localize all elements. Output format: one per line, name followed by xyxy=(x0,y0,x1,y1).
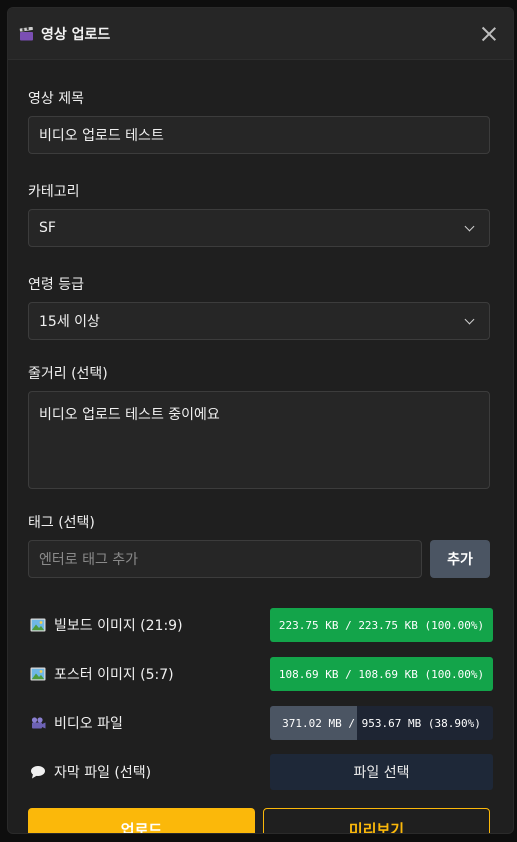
poster-progress: 108.69 KB / 108.69 KB (100.00%) xyxy=(270,657,493,691)
file-select-button[interactable]: 파일 선택 xyxy=(270,754,493,790)
camera-icon xyxy=(31,717,46,729)
progress-text: 108.69 KB / 108.69 KB (100.00%) xyxy=(278,667,485,681)
preview-button[interactable]: 미리보기 xyxy=(263,808,490,833)
synopsis-textarea[interactable]: 비디오 업로드 테스트 중이에요 xyxy=(28,391,490,489)
upload-button[interactable]: 업로드 xyxy=(28,808,255,833)
chevron-down-icon xyxy=(464,314,475,324)
rating-select[interactable]: 15세 이상 xyxy=(28,302,490,340)
rating-label: 연령 등급 xyxy=(28,277,84,293)
title-label: 영상 제목 xyxy=(28,91,84,107)
video-label: 비디오 파일 xyxy=(54,716,123,732)
chevron-down-icon xyxy=(464,221,475,231)
subtitle-label: 자막 파일 (선택) xyxy=(54,765,152,781)
synopsis-label: 줄거리 (선택) xyxy=(28,366,108,382)
tag-row: 엔터로 태그 추가 추가 xyxy=(28,540,493,578)
close-icon[interactable] xyxy=(479,24,499,44)
category-value: SF xyxy=(39,220,56,236)
progress-text: 223.75 KB / 223.75 KB (100.00%) xyxy=(278,618,485,632)
modal-header: 영상 업로드 xyxy=(8,8,513,60)
category-label: 카테고리 xyxy=(28,184,80,200)
video-progress: 371.02 MB / 953.67 MB (38.90%) xyxy=(270,706,493,740)
tags-label: 태그 (선택) xyxy=(28,515,95,531)
video-file-row: 비디오 파일 371.02 MB / 953.67 MB (38.90%) xyxy=(28,705,493,741)
title-input[interactable]: 비디오 업로드 테스트 xyxy=(28,116,490,154)
add-tag-button[interactable]: 추가 xyxy=(430,540,490,578)
category-select[interactable]: SF xyxy=(28,209,490,247)
billboard-label: 빌보드 이미지 (21:9) xyxy=(54,618,183,634)
modal-title: 영상 업로드 xyxy=(41,26,111,43)
tag-input[interactable]: 엔터로 태그 추가 xyxy=(28,540,422,578)
subtitle-file-row: 자막 파일 (선택) 파일 선택 xyxy=(28,754,493,790)
upload-modal: 영상 업로드 영상 제목 비디오 업로드 테스트 카테고리 SF 연령 등급 1… xyxy=(7,7,514,834)
billboard-progress: 223.75 KB / 223.75 KB (100.00%) xyxy=(270,608,493,642)
poster-file-row: 포스터 이미지 (5:7) 108.69 KB / 108.69 KB (100… xyxy=(28,656,493,692)
image-icon xyxy=(30,618,46,632)
modal-body: 영상 제목 비디오 업로드 테스트 카테고리 SF 연령 등급 15세 이상 줄… xyxy=(8,88,513,833)
progress-text: 371.02 MB / 953.67 MB (38.90%) xyxy=(282,716,481,730)
poster-label: 포스터 이미지 (5:7) xyxy=(54,667,174,683)
billboard-file-row: 빌보드 이미지 (21:9) 223.75 KB / 223.75 KB (10… xyxy=(28,607,493,643)
speech-bubble-icon xyxy=(31,766,45,779)
image-icon xyxy=(30,667,46,681)
rating-value: 15세 이상 xyxy=(39,314,100,330)
action-row: 업로드 미리보기 xyxy=(28,808,493,833)
clapperboard-icon xyxy=(19,26,33,40)
